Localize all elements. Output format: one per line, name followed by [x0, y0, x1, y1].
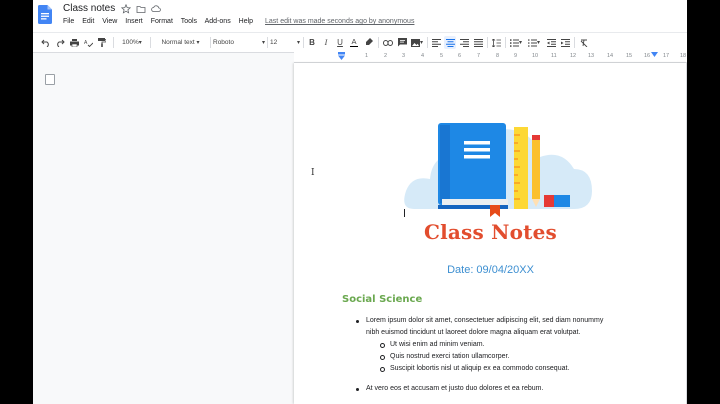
highlight-icon[interactable] — [363, 36, 375, 49]
menu-bar: File Edit View Insert Format Tools Add-o… — [63, 18, 420, 25]
list-item[interactable]: Lorem ipsum dolor sit amet, consectetuer… — [366, 315, 603, 327]
document-page[interactable]: Class Notes Date: 09/04/20XX Social Scie… — [294, 63, 687, 404]
paragraph-style-value: Normal text — [161, 39, 195, 46]
menu-insert[interactable]: Insert — [125, 18, 143, 25]
text-color-icon[interactable]: A — [348, 36, 360, 49]
menu-view[interactable]: View — [102, 18, 117, 25]
paint-format-icon[interactable] — [96, 36, 108, 49]
menu-help[interactable]: Help — [239, 18, 253, 25]
docs-logo-icon[interactable] — [38, 5, 52, 24]
spellcheck-icon[interactable]: A — [82, 36, 94, 49]
underline-icon[interactable]: U — [334, 36, 346, 49]
font-size-value: 12 — [270, 39, 278, 46]
scrollbar-edge[interactable] — [686, 62, 687, 404]
sub-list-item[interactable]: Ut wisi enim ad minim veniam. — [390, 339, 485, 351]
clear-formatting-icon[interactable] — [578, 36, 590, 49]
menu-file[interactable]: File — [63, 18, 74, 25]
chevron-down-icon: ▾ — [518, 40, 522, 46]
align-left-icon[interactable] — [430, 36, 442, 49]
sub-bullet-icon — [380, 343, 385, 348]
left-indent-marker-icon[interactable] — [338, 52, 345, 61]
svg-text:A: A — [84, 40, 88, 46]
right-indent-marker-icon[interactable] — [651, 52, 658, 58]
sub-bullet-icon — [380, 367, 385, 372]
font-value: Roboto — [213, 39, 234, 46]
mouse-ibeam-cursor: I — [311, 168, 315, 178]
align-center-icon[interactable] — [444, 36, 456, 49]
bullet-icon — [356, 388, 359, 391]
paragraph-style-select[interactable]: Normal text ▾ — [153, 36, 208, 49]
decrease-indent-icon[interactable] — [545, 36, 557, 49]
chevron-down-icon: ▾ — [196, 40, 200, 46]
chevron-down-icon: ▾ — [419, 40, 423, 46]
class-notes-illustration — [404, 123, 592, 217]
justify-icon[interactable] — [472, 36, 484, 49]
ruler[interactable]: 1 2 3 4 5 6 7 8 9 10 11 12 13 14 15 16 1… — [294, 51, 687, 63]
star-icon[interactable] — [121, 4, 131, 14]
print-icon[interactable] — [68, 36, 80, 49]
docs-window: Class notes File Edit View Insert Format… — [33, 0, 687, 404]
document-heading[interactable]: Class Notes — [294, 220, 687, 244]
sub-list-item[interactable]: Quis nostrud exerci tation ullamcorper. — [390, 351, 509, 363]
insert-image-icon[interactable]: ▾ — [410, 36, 424, 49]
sub-bullet-icon — [380, 355, 385, 360]
outline-panel — [33, 62, 294, 404]
section-heading[interactable]: Social Science — [342, 294, 422, 305]
italic-icon[interactable]: I — [320, 36, 332, 49]
zoom-select[interactable]: 100% ▾ — [117, 36, 147, 49]
chevron-down-icon: ▾ — [536, 40, 540, 46]
list-item[interactable]: nibh euismod tincidunt ut laoreet dolore… — [366, 327, 580, 339]
move-folder-icon[interactable] — [136, 4, 146, 14]
sub-list-item[interactable]: Suscipit lobortis nisl ut aliquip ex ea … — [390, 363, 569, 375]
redo-icon[interactable] — [54, 36, 66, 49]
line-spacing-icon[interactable] — [490, 36, 502, 49]
increase-indent-icon[interactable] — [559, 36, 571, 49]
numbered-list-icon[interactable]: ▾ — [508, 36, 524, 49]
menu-format[interactable]: Format — [151, 18, 173, 25]
menu-addons[interactable]: Add-ons — [205, 18, 231, 25]
link-icon[interactable] — [382, 36, 394, 49]
cloud-status-icon[interactable] — [151, 4, 161, 14]
document-date[interactable]: Date: 09/04/20XX — [294, 264, 687, 276]
last-edit-link[interactable]: Last edit was made seconds ago by anonym… — [265, 18, 414, 25]
chevron-down-icon: ▾ — [261, 40, 265, 46]
document-title[interactable]: Class notes — [63, 3, 115, 14]
bold-icon[interactable]: B — [306, 36, 318, 49]
chevron-down-icon: ▾ — [138, 40, 142, 46]
font-size-select[interactable]: 12 ▾ — [270, 36, 300, 49]
bullet-icon — [356, 320, 359, 323]
title-bar: Class notes File Edit View Insert Format… — [33, 0, 687, 32]
menu-tools[interactable]: Tools — [181, 18, 197, 25]
comment-icon[interactable] — [396, 36, 408, 49]
chevron-down-icon: ▾ — [296, 40, 300, 46]
text-caret — [404, 209, 405, 217]
toolbar: A 100% ▾ Normal text ▾ Roboto ▾ 12 ▾ B I U … — [33, 32, 687, 53]
list-item[interactable]: At vero eos et accusam et justo duo dolo… — [366, 383, 543, 395]
bulleted-list-icon[interactable]: ▾ — [526, 36, 542, 49]
undo-icon[interactable] — [40, 36, 52, 49]
font-select[interactable]: Roboto ▾ — [213, 36, 265, 49]
zoom-value: 100% — [122, 39, 139, 46]
align-right-icon[interactable] — [458, 36, 470, 49]
menu-edit[interactable]: Edit — [82, 18, 94, 25]
document-outline-icon[interactable] — [45, 74, 55, 85]
